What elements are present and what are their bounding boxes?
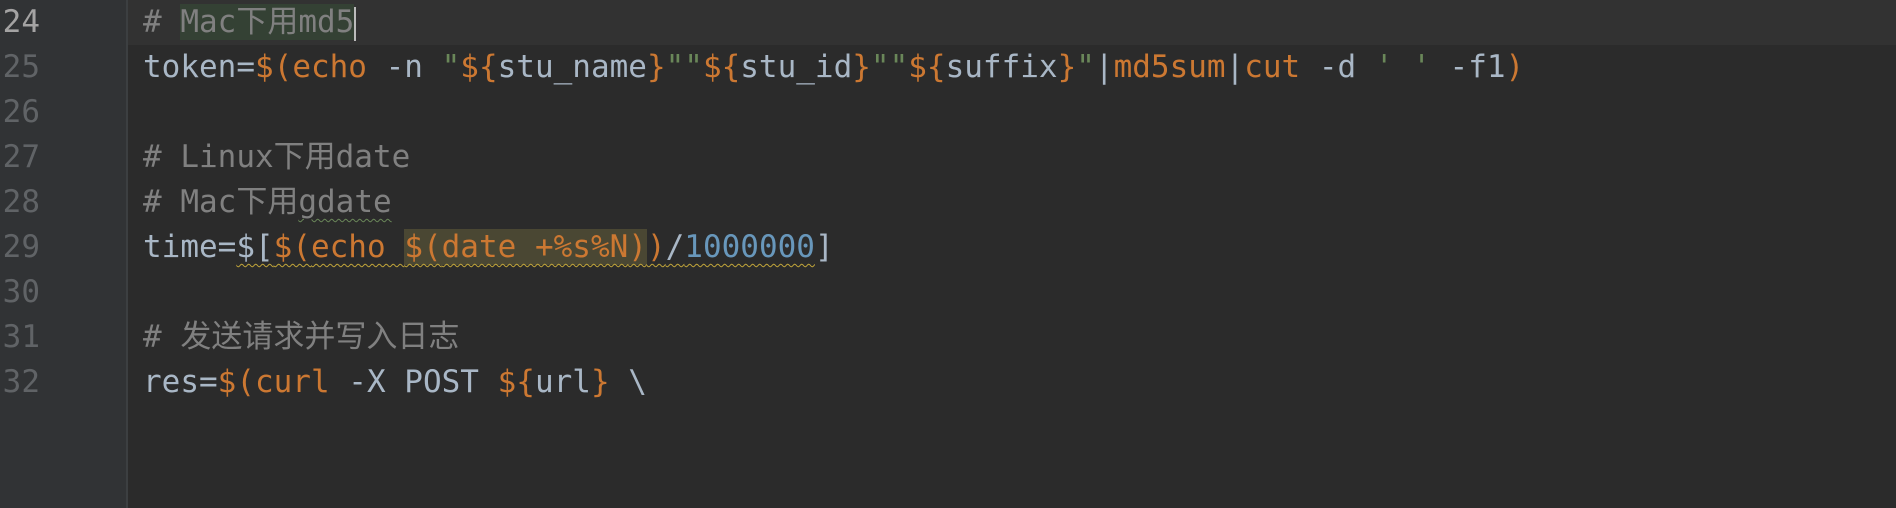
code-token: $( <box>404 229 442 265</box>
typo-comment-token: gdate <box>298 184 392 220</box>
code-token: } <box>1057 49 1077 85</box>
code-line[interactable]: # Mac下用md5 <box>143 0 357 44</box>
code-token: \ <box>609 364 647 400</box>
code-token: $( <box>273 229 311 265</box>
code-token: ) <box>646 229 666 265</box>
comment-token: # 发送请求并写入日志 <box>143 319 460 355</box>
code-token: / <box>665 229 685 265</box>
code-token: | <box>1094 49 1114 85</box>
code-token: ${ <box>908 49 946 85</box>
line-number: 27 <box>2 139 40 175</box>
code-token: } <box>646 49 666 85</box>
code-line[interactable]: time=$[$(echo $(date +%s%N))/1000000] <box>143 225 834 269</box>
code-token: -d <box>1300 49 1375 85</box>
line-number: 26 <box>2 94 40 130</box>
code-token: $[ <box>236 229 274 265</box>
comment-token: # <box>143 4 181 40</box>
code-token: -f1 <box>1430 49 1506 85</box>
string-token: "" <box>665 49 703 85</box>
string-token: "" <box>870 49 909 85</box>
keyword-token: md5sum <box>1113 49 1226 85</box>
variable-token: url <box>534 364 591 400</box>
code-token: ${ <box>497 364 535 400</box>
line-number: 24 <box>2 4 40 40</box>
line-number: 25 <box>2 49 40 85</box>
code-token: -n <box>366 49 442 85</box>
comment-token: Mac下用md5 <box>180 4 355 40</box>
code-token: } <box>590 364 610 400</box>
variable-token: suffix <box>945 49 1058 85</box>
keyword-token: curl <box>254 364 330 400</box>
code-line[interactable]: # Mac下用gdate <box>143 180 392 224</box>
line-number: 32 <box>2 364 40 400</box>
code-token: token= <box>143 49 255 85</box>
code-line[interactable]: # 发送请求并写入日志 <box>143 315 459 359</box>
keyword-token: echo <box>292 49 367 85</box>
code-editor[interactable]: 24 # Mac下用md5 25 token=$(echo -n "${stu_… <box>0 0 1896 508</box>
code-token: } <box>852 49 871 85</box>
text-caret <box>354 6 357 41</box>
code-line[interactable]: # Linux下用date <box>143 135 410 179</box>
code-token: $( <box>254 49 293 85</box>
line-number: 31 <box>2 319 40 355</box>
code-token: ) <box>1505 49 1525 85</box>
code-line[interactable]: token=$(echo -n "${stu_name}""${stu_id}"… <box>143 45 1524 89</box>
number-token: 1000000 <box>684 229 815 265</box>
code-token: ) <box>628 229 647 265</box>
variable-token: stu_name <box>497 49 647 85</box>
current-line-highlight <box>128 0 1896 45</box>
code-token: ${ <box>702 49 741 85</box>
string-token: " <box>441 49 461 85</box>
comment-token: # Linux下用date <box>143 139 411 175</box>
variable-token: stu_id <box>740 49 853 85</box>
code-token: res= <box>143 364 218 400</box>
code-token: ] <box>814 229 834 265</box>
code-line[interactable]: res=$(curl -X POST ${url} \ <box>143 360 647 404</box>
keyword-token: date +%s%N <box>441 229 629 265</box>
line-number: 29 <box>2 229 40 265</box>
code-token: time= <box>143 229 237 265</box>
line-number: 28 <box>2 184 40 220</box>
code-token: | <box>1225 49 1245 85</box>
code-token: -X POST <box>329 364 498 400</box>
keyword-token: echo <box>310 229 405 265</box>
keyword-token: cut <box>1244 49 1301 85</box>
code-token: ${ <box>460 49 498 85</box>
line-number: 30 <box>2 274 40 310</box>
code-token: $( <box>217 364 255 400</box>
string-token: " <box>1076 49 1095 85</box>
comment-token: # Mac下用 <box>143 184 299 220</box>
string-token: ' ' <box>1374 49 1431 85</box>
gutter-divider <box>126 0 128 508</box>
